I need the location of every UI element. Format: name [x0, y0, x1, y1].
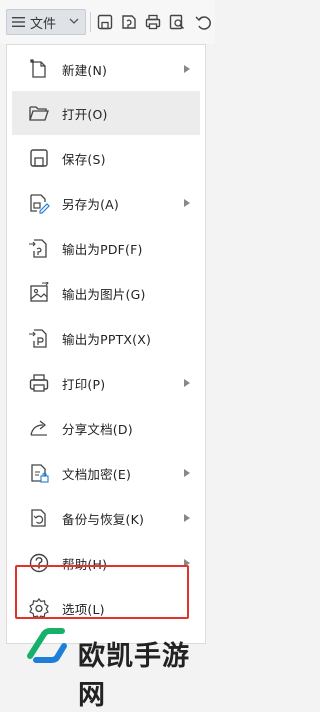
menu-item-encrypt[interactable]: 文档加密(E)	[12, 451, 200, 495]
chevron-down-icon	[69, 18, 79, 24]
export-image-icon	[30, 282, 49, 302]
encrypt-document-icon	[31, 464, 49, 483]
submenu-arrow-icon	[184, 199, 190, 207]
export-pptx-icon	[29, 329, 47, 348]
folder-open-icon	[29, 106, 49, 121]
watermark-text: 欧凯手游网	[78, 641, 190, 711]
options-highlight-frame	[15, 565, 189, 619]
menu-item-label: 新建(N)	[62, 62, 108, 78]
toolbar: 文件	[0, 0, 215, 44]
submenu-arrow-icon	[184, 65, 190, 73]
menu-item-label: 输出为图片(G)	[62, 286, 146, 302]
hamburger-icon	[12, 17, 25, 27]
toolbar-divider	[90, 12, 91, 32]
menu-item-label: 保存(S)	[62, 151, 106, 167]
menu-item-label: 文档加密(E)	[62, 466, 132, 482]
menu-item-share[interactable]: 分享文档(D)	[12, 406, 200, 450]
menu-item-export-image[interactable]: 输出为图片(G)	[12, 271, 200, 315]
submenu-arrow-icon	[184, 469, 190, 477]
undo-icon[interactable]	[194, 13, 212, 31]
new-document-icon	[30, 59, 46, 78]
submenu-arrow-icon	[184, 379, 190, 387]
file-menu-button[interactable]: 文件	[6, 9, 86, 35]
watermark: 欧凯手游网	[0, 618, 215, 711]
print-preview-icon[interactable]	[168, 13, 186, 31]
menu-item-backup-restore[interactable]: 备份与恢复(K)	[12, 496, 200, 540]
submenu-arrow-icon	[184, 514, 190, 522]
menu-item-label: 分享文档(D)	[62, 421, 133, 437]
watermark-logo-icon	[27, 628, 67, 663]
menu-item-new[interactable]: 新建(N)	[12, 47, 200, 91]
menu-item-label: 输出为PPTX(X)	[62, 331, 152, 347]
menu-item-label: 输出为PDF(F)	[62, 241, 143, 257]
menu-item-save-as[interactable]: 另存为(A)	[12, 181, 200, 225]
menu-item-export-pdf[interactable]: 输出为PDF(F)	[12, 226, 200, 270]
menu-item-print[interactable]: 打印(P)	[12, 361, 200, 405]
share-icon	[30, 420, 47, 436]
menu-item-label: 打印(P)	[62, 376, 106, 392]
menu-item-label: 备份与恢复(K)	[62, 511, 145, 527]
menu-item-label: 打开(O)	[62, 106, 108, 122]
export-pdf-icon	[29, 239, 47, 258]
menu-item-label: 另存为(A)	[62, 196, 120, 212]
file-menu-label: 文件	[30, 16, 57, 32]
save-as-icon[interactable]	[120, 13, 138, 31]
save-icon	[30, 149, 48, 167]
menu-item-save[interactable]: 保存(S)	[12, 136, 200, 180]
save-as-icon	[30, 194, 50, 214]
save-icon[interactable]	[96, 13, 114, 31]
print-icon	[29, 374, 49, 392]
file-menu-panel: 新建(N) 打开(O) 保存(S) 另存为(A) 输出为PDF(F) 输出为图片…	[6, 44, 206, 644]
print-icon[interactable]	[144, 13, 162, 31]
backup-restore-icon	[31, 509, 46, 527]
menu-item-export-pptx[interactable]: 输出为PPTX(X)	[12, 316, 200, 360]
menu-item-open[interactable]: 打开(O)	[12, 91, 200, 135]
